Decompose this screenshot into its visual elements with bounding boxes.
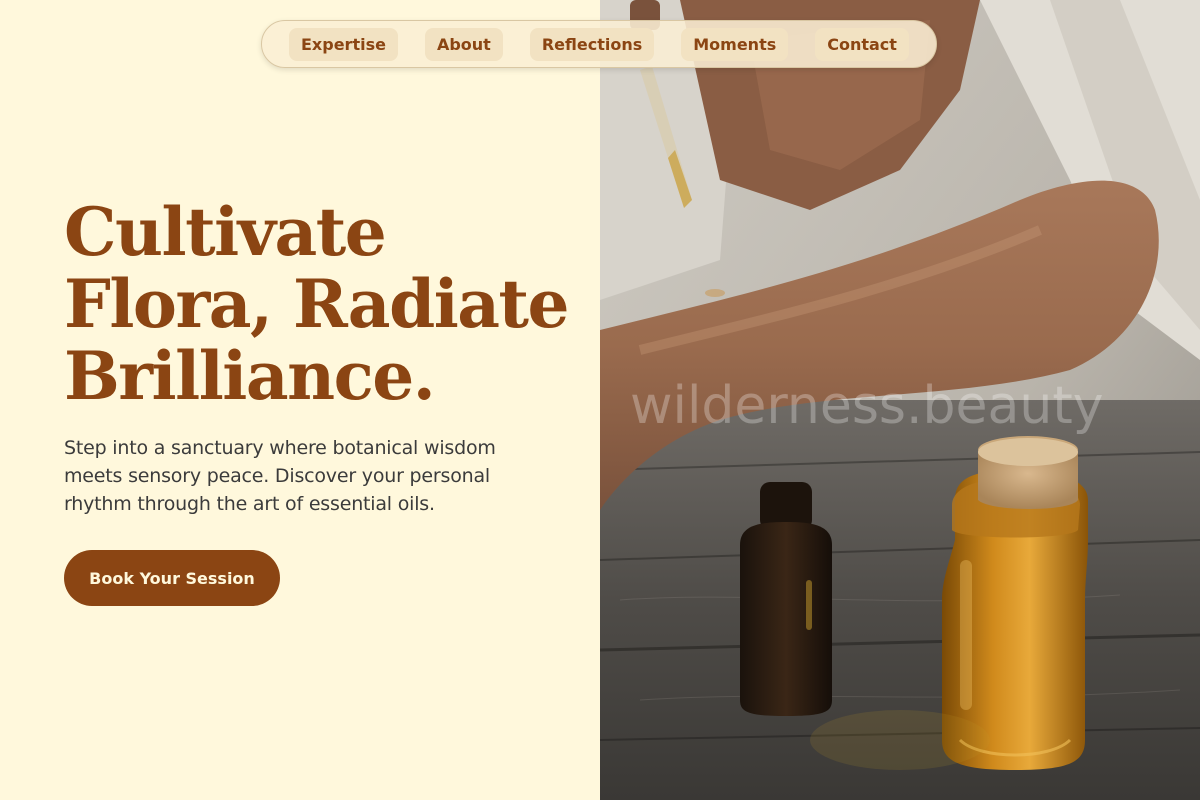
hero-title-line-2: Flora, Radiate (64, 265, 570, 343)
hero-title: Cultivate Flora, Radiate Brilliance. (64, 196, 584, 412)
watermark-text: wilderness.beauty (630, 376, 1104, 436)
hero-title-line-1: Cultivate (64, 193, 387, 271)
hero-photo: wilderness.beauty (600, 0, 1200, 800)
hero-subtitle: Step into a sanctuary where botanical wi… (64, 437, 496, 515)
nav-item-reflections[interactable]: Reflections (529, 27, 655, 61)
main-nav: Expertise About Reflections Moments Cont… (261, 20, 937, 68)
nav-item-moments[interactable]: Moments (681, 27, 789, 61)
nav-item-expertise[interactable]: Expertise (289, 27, 398, 61)
nav-item-about[interactable]: About (424, 27, 503, 61)
hero-section: Cultivate Flora, Radiate Brilliance. Ste… (0, 0, 600, 800)
book-session-button[interactable]: Book Your Session (64, 550, 280, 606)
hero-title-line-3: Brilliance. (64, 337, 436, 415)
nav-item-contact[interactable]: Contact (815, 27, 909, 61)
